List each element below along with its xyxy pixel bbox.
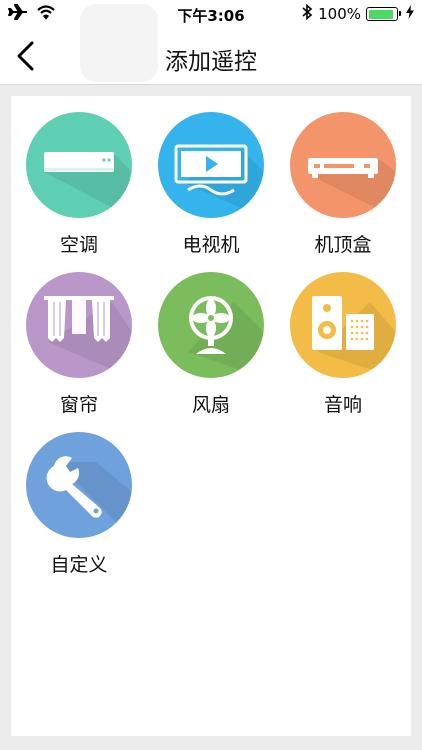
speaker-icon [290,272,396,378]
page-title: 添加遥控 [165,49,257,75]
bluetooth-icon [301,3,313,24]
device-label: 机顶盒 [314,234,372,256]
device-speaker[interactable]: 音响 [283,272,403,417]
battery-percent: 100% [318,5,361,23]
device-tv[interactable]: 电视机 [151,112,271,257]
wrench-icon [26,432,132,538]
tv-icon [158,112,264,218]
battery-icon [366,7,401,21]
device-air-conditioner[interactable]: 空调 [19,112,139,257]
air-conditioner-icon [26,112,132,218]
set-top-box-icon [290,112,396,218]
status-bar: 下午3:06 100% [0,0,422,28]
device-label: 窗帘 [59,394,98,416]
charging-icon [406,5,414,23]
device-curtain[interactable]: 窗帘 [19,272,139,417]
device-grid: 空调 电视机 机顶盒 窗帘 风扇 音响 自定义 [11,96,411,736]
device-fan[interactable]: 风扇 [151,272,271,417]
curtain-icon [26,272,132,378]
device-label: 电视机 [182,234,240,256]
device-label: 自定义 [50,554,108,576]
fan-icon [158,272,264,378]
device-label: 音响 [323,394,362,416]
device-custom[interactable]: 自定义 [19,432,139,577]
nav-bar: 添加遥控 [0,4,422,85]
device-label: 空调 [59,234,98,256]
device-set-top-box[interactable]: 机顶盒 [283,112,403,257]
device-label: 风扇 [191,394,230,416]
